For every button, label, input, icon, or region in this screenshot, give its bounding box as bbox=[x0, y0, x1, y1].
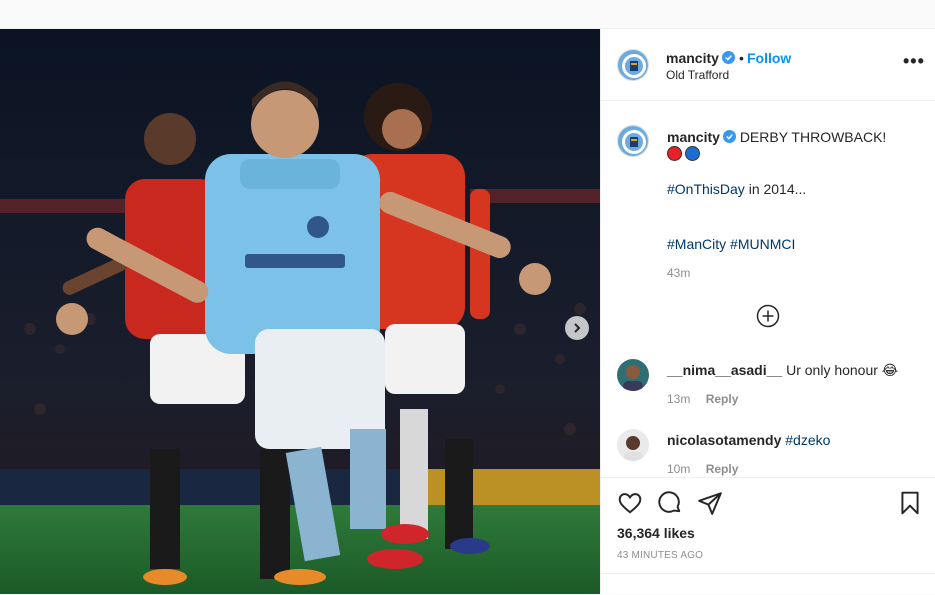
comment-icon[interactable] bbox=[657, 490, 683, 516]
next-photo-button[interactable] bbox=[565, 316, 589, 340]
comment-time: 10m bbox=[667, 462, 691, 476]
header-username[interactable]: mancity bbox=[666, 50, 735, 66]
caption-hashtags: #ManCity #MUNMCI bbox=[667, 236, 795, 252]
hashtag-munmci[interactable]: #MUNMCI bbox=[730, 236, 795, 252]
post-photo[interactable] bbox=[0, 29, 600, 594]
browser-topbar bbox=[0, 0, 935, 28]
post-header: mancity • Follow Old Trafford ••• bbox=[601, 29, 935, 101]
load-more-comments-icon[interactable] bbox=[756, 304, 780, 328]
caption-time: 43m bbox=[667, 266, 691, 280]
caption-headline: DERBY THROWBACK! bbox=[739, 129, 887, 145]
commenter-avatar[interactable] bbox=[617, 429, 649, 461]
follow-button[interactable]: Follow bbox=[747, 50, 791, 66]
comment-body: Ur only honour 😂 bbox=[786, 362, 899, 378]
emoji-balls bbox=[667, 146, 703, 164]
posted-time: 43 MINUTES AGO bbox=[617, 550, 704, 561]
profile-photo-icon bbox=[617, 359, 649, 391]
comment-username[interactable]: nicolasotamendy bbox=[667, 432, 781, 448]
mancity-crest-icon bbox=[618, 50, 648, 80]
red-circle-icon bbox=[667, 146, 682, 161]
comment-meta: 10m Reply bbox=[667, 462, 750, 476]
header-separator: • bbox=[739, 50, 744, 66]
verified-badge-icon bbox=[721, 51, 735, 64]
caption-text: mancity DERBY THROWBACK! bbox=[667, 128, 922, 146]
photo-illustration bbox=[0, 29, 600, 594]
add-comment-bar bbox=[601, 573, 935, 595]
caption-username[interactable]: mancity bbox=[667, 129, 720, 145]
comment-text: __nima__asadi__ Ur only honour 😂 bbox=[667, 362, 898, 379]
hashtag-onthisday[interactable]: #OnThisDay bbox=[667, 181, 745, 197]
mancity-crest-icon bbox=[618, 126, 648, 156]
share-icon[interactable] bbox=[697, 490, 723, 516]
blue-circle-icon bbox=[685, 146, 700, 161]
chevron-right-icon bbox=[574, 323, 581, 333]
verified-badge-icon bbox=[722, 130, 736, 143]
comment-time: 13m bbox=[667, 392, 691, 406]
likes-count[interactable]: 36,364 likes bbox=[617, 525, 695, 541]
post-side-panel: mancity • Follow Old Trafford ••• mancit… bbox=[600, 29, 935, 594]
caption-line-onthisday: #OnThisDay in 2014... bbox=[667, 181, 806, 197]
profile-photo-icon bbox=[617, 429, 649, 461]
comment-text: nicolasotamendy #dzeko bbox=[667, 432, 830, 448]
hashtag-mancity[interactable]: #ManCity bbox=[667, 236, 726, 252]
location-link[interactable]: Old Trafford bbox=[666, 68, 729, 82]
header-username-text[interactable]: mancity bbox=[666, 50, 719, 66]
mancity-avatar[interactable] bbox=[617, 49, 649, 81]
post-dialog: mancity • Follow Old Trafford ••• mancit… bbox=[0, 28, 935, 594]
more-options-icon[interactable]: ••• bbox=[903, 52, 925, 70]
caption-avatar[interactable] bbox=[617, 125, 649, 157]
comment-meta: 13m Reply bbox=[667, 392, 750, 406]
caption-line-rest: in 2014... bbox=[744, 181, 807, 197]
reply-button[interactable]: Reply bbox=[706, 392, 739, 406]
comment-username[interactable]: __nima__asadi__ bbox=[667, 362, 782, 378]
reply-button[interactable]: Reply bbox=[706, 462, 739, 476]
action-bar: 36,364 likes 43 MINUTES AGO bbox=[601, 477, 935, 594]
commenter-avatar[interactable] bbox=[617, 359, 649, 391]
bookmark-icon[interactable] bbox=[897, 490, 923, 516]
hashtag-dzeko[interactable]: #dzeko bbox=[785, 432, 830, 448]
heart-icon[interactable] bbox=[617, 490, 643, 516]
